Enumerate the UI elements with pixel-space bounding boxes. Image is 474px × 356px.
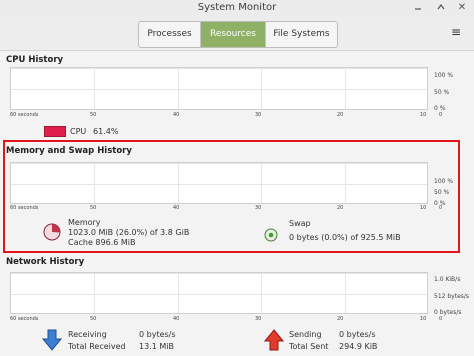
sending-label: Sending [289,330,322,339]
cpu-graph [10,67,428,110]
cpu-y-tick: 50 % [434,89,450,96]
network-x-tick: 0 [439,316,443,322]
network-x-tick: 60 seconds [10,316,39,322]
receiving-arrow-icon[interactable] [41,329,63,351]
window-title: System Monitor [197,2,277,13]
minimize-icon[interactable] [412,2,424,15]
receiving-label: Receiving [68,330,107,339]
cpu-y-tick: 100 % [434,72,454,79]
tab-resources[interactable]: Resources [201,22,266,47]
tab-file-systems[interactable]: File Systems [266,22,337,47]
total-sent-value: 294.9 KiB [339,342,378,351]
total-received-label: Total Received [68,342,126,351]
cpu-x-tick: 30 [255,112,262,118]
cpu-x-tick: 50 [90,112,97,118]
total-sent-label: Total Sent [289,342,329,351]
cpu-legend-value: 61.4% [93,127,119,136]
view-switcher: Processes Resources File Systems [138,21,338,48]
network-x-tick: 20 [337,316,344,322]
network-x-tick: 50 [90,316,97,322]
network-graph [10,272,428,314]
cpu-history-title: CPU History [6,55,64,65]
cpu-x-tick: 0 [439,112,443,118]
cpu-color-swatch[interactable] [44,126,66,137]
receiving-value: 0 bytes/s [139,330,176,339]
cpu-x-tick: 10 [420,112,427,118]
network-y-tick: 1.0 KiB/s [434,276,461,283]
network-y-tick: 512 bytes/s [434,293,470,300]
cpu-y-tick: 0 % [434,105,446,112]
hamburger-menu-icon[interactable]: ≡ [451,25,461,39]
network-history-title: Network History [6,257,85,267]
memory-section-highlight [3,140,460,253]
sending-value: 0 bytes/s [339,330,376,339]
title-bar: System Monitor ✕ [0,0,474,16]
network-y-tick: 0 bytes/s [434,309,462,316]
cpu-x-tick: 40 [173,112,180,118]
sending-arrow-icon[interactable] [263,329,285,351]
cpu-x-tick: 20 [337,112,344,118]
network-x-tick: 30 [255,316,262,322]
network-x-tick: 40 [173,316,180,322]
close-icon[interactable]: ✕ [456,2,468,13]
network-x-tick: 10 [420,316,427,322]
maximize-icon[interactable] [435,2,447,15]
cpu-legend-label: CPU [70,127,87,136]
cpu-x-tick: 60 seconds [10,112,39,118]
total-received-value: 13.1 MiB [139,342,174,351]
tab-processes[interactable]: Processes [139,22,201,47]
